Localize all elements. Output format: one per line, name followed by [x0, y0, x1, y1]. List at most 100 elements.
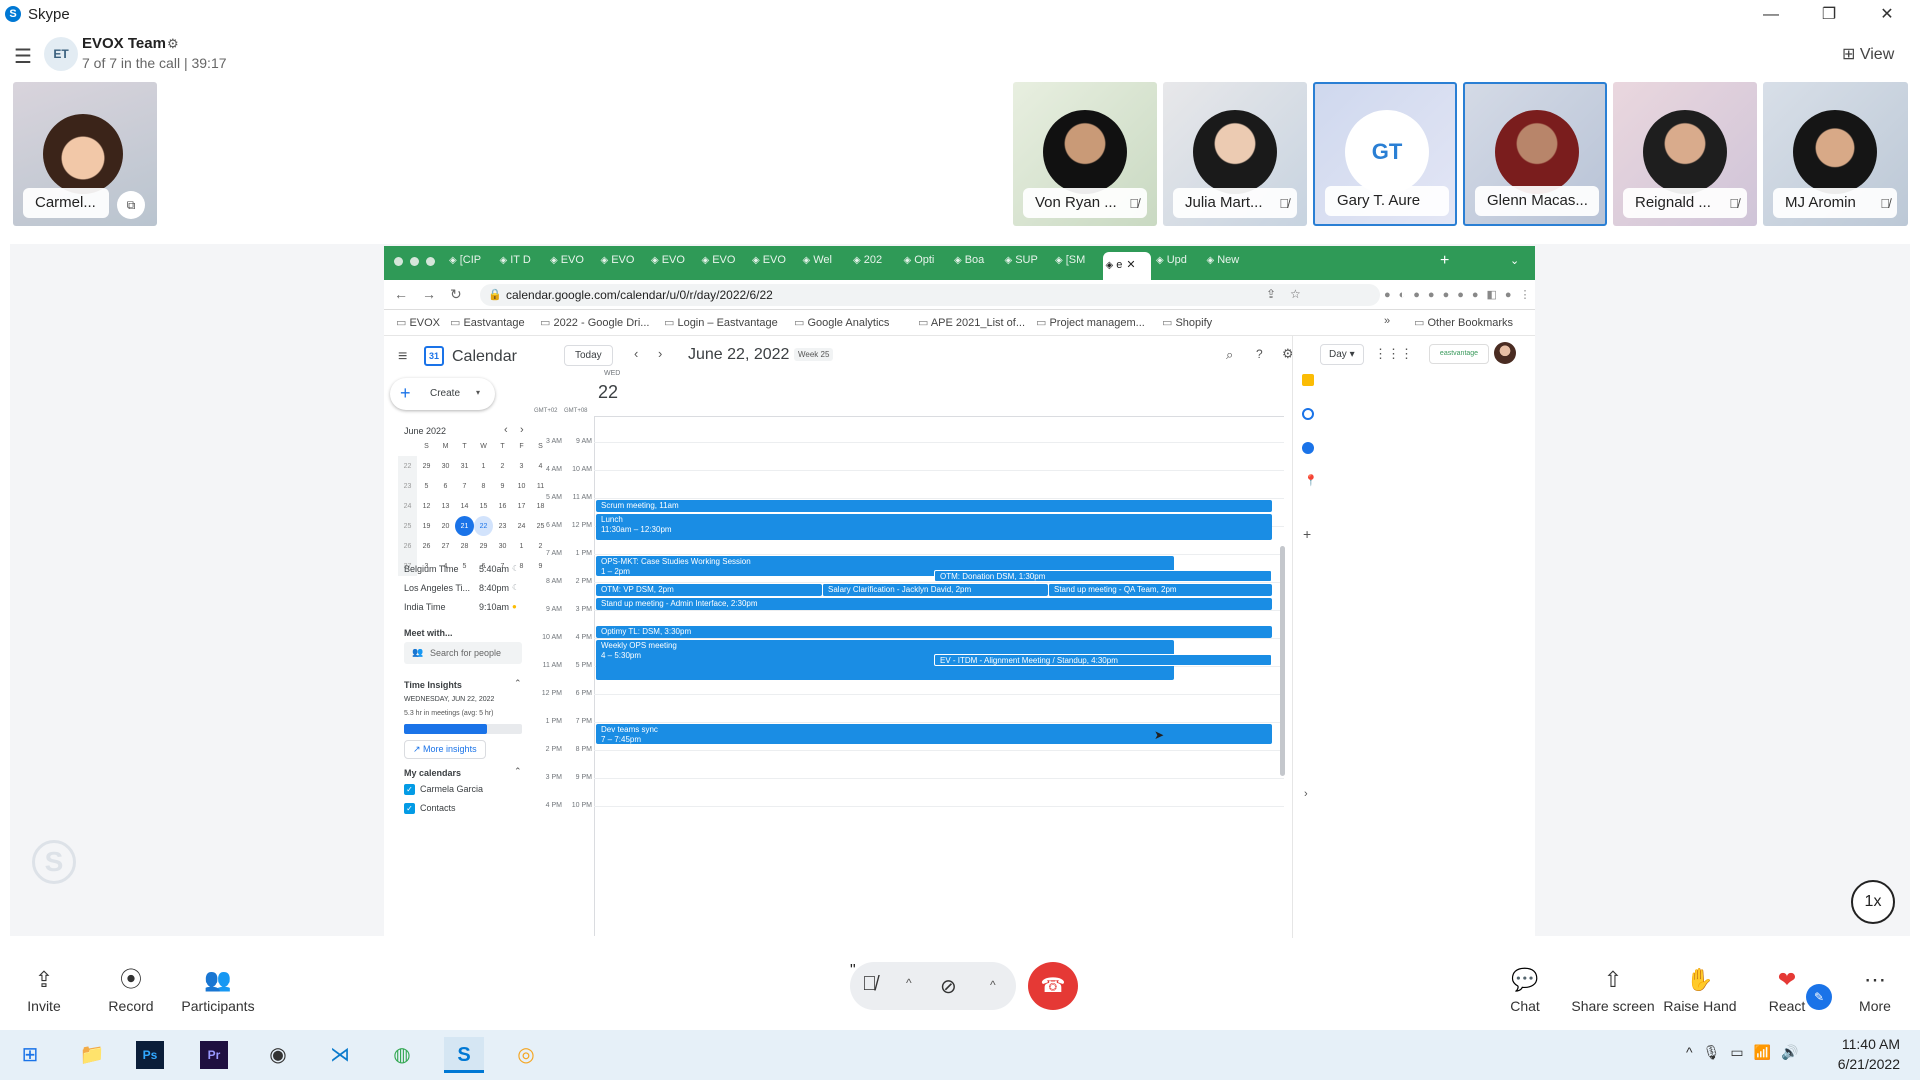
mini-day[interactable]: 30 [493, 536, 512, 556]
search-icon[interactable]: ⌕ [1226, 347, 1233, 363]
bookmark-item[interactable]: ▭ Project managem... [1036, 316, 1145, 329]
mini-day[interactable]: 1 [474, 456, 493, 476]
mini-week-number[interactable]: 22 [398, 456, 417, 476]
scrollbar[interactable] [1280, 546, 1285, 776]
screen-share-icon[interactable]: ⧉ [117, 191, 145, 219]
more-bookmarks-icon[interactable]: » [1384, 315, 1390, 327]
mini-day[interactable]: 16 [493, 496, 512, 516]
browser-tab[interactable]: ◈ [CIP [446, 254, 494, 276]
chat-button[interactable]: 💬 Chat [1494, 962, 1556, 1014]
browser-tab[interactable]: ◈ Opti [901, 254, 949, 276]
create-button[interactable]: + Create ▾ [390, 378, 495, 410]
mini-day[interactable]: 6 [436, 476, 455, 496]
browser-tab[interactable]: ◈ Wel [800, 254, 848, 276]
group-settings-icon[interactable]: ⚙ [167, 36, 179, 52]
bookmark-star-icon[interactable]: ☆ [1290, 287, 1301, 301]
bookmark-item[interactable]: ▭ Login – Eastvantage [664, 316, 778, 329]
other-bookmarks[interactable]: ▭ Other Bookmarks [1414, 316, 1513, 329]
start-button-icon[interactable]: ⊞ [10, 1037, 50, 1073]
mini-day[interactable]: 23 [493, 516, 512, 536]
help-icon[interactable]: ? [1256, 347, 1263, 361]
mini-day[interactable]: 22 [474, 516, 493, 536]
chrome-icon[interactable]: ◍ [382, 1037, 422, 1073]
clock-time[interactable]: 11:40 AM [1830, 1036, 1900, 1052]
mini-week-number[interactable]: 23 [398, 476, 417, 496]
event-dev-sync[interactable]: Dev teams sync 7 – 7:45pm [596, 724, 1272, 744]
mini-day[interactable]: 3 [512, 456, 531, 476]
video-options-chevron-icon[interactable]: ^ [990, 978, 996, 992]
system-tray-icons[interactable]: ^🎙▭📶🔊 [1686, 1044, 1808, 1061]
forward-icon[interactable]: → [422, 286, 436, 302]
browser-tab[interactable]: ◈ 202 [850, 254, 898, 276]
mini-day[interactable]: 29 [474, 536, 493, 556]
mini-day[interactable]: 20 [436, 516, 455, 536]
invite-button[interactable]: ⇪ Invite [12, 962, 76, 1014]
browser-tab[interactable]: ◈ e ✕ [1102, 252, 1151, 280]
share-screen-button[interactable]: ⇧ Share screen [1564, 962, 1662, 1014]
browser-tab[interactable]: ◈ SUP [1002, 254, 1050, 276]
participant-tile-active[interactable]: GT Gary T. Aure [1313, 82, 1457, 226]
mini-day[interactable]: 29 [417, 456, 436, 476]
bookmark-item[interactable]: ▭ APE 2021_List of... [918, 316, 1025, 329]
checkbox-checked-icon[interactable]: ✓ [404, 803, 415, 814]
maps-icon[interactable]: 📍 [1304, 474, 1318, 487]
mini-day[interactable]: 24 [512, 516, 531, 536]
bookmark-item[interactable]: ▭ 2022 - Google Dri... [540, 316, 649, 329]
browser-tab[interactable]: ◈ EVO [547, 254, 595, 276]
mini-day[interactable]: 2 [493, 456, 512, 476]
mini-week-number[interactable]: 26 [398, 536, 417, 556]
view-select[interactable]: Day ▾ [1320, 344, 1364, 365]
pen-icon[interactable]: ✎ [1806, 984, 1832, 1010]
skype-taskbar-icon[interactable]: S [444, 1037, 484, 1073]
tasks-icon[interactable] [1302, 408, 1314, 420]
bookmark-item[interactable]: ▭ Shopify [1162, 316, 1212, 329]
mini-day[interactable]: 10 [512, 476, 531, 496]
more-button[interactable]: ⋯ More [1846, 962, 1904, 1014]
day-number[interactable]: 22 [598, 382, 618, 403]
extension-icons[interactable]: ●◐●●●●●◧●⋮ [1384, 288, 1531, 302]
mini-day[interactable]: 13 [436, 496, 455, 516]
mini-day[interactable]: 27 [436, 536, 455, 556]
url-field[interactable]: 🔒 calendar.google.com/calendar/u/0/r/day… [480, 284, 1380, 306]
next-day-icon[interactable]: › [658, 346, 662, 361]
mini-day[interactable]: 14 [455, 496, 474, 516]
search-people-field[interactable]: 👥 Search for people [404, 642, 522, 664]
mini-day[interactable]: 21 [455, 516, 474, 536]
participants-button[interactable]: 👥 Participants [178, 962, 258, 1014]
participant-tile-active[interactable]: Glenn Macas... [1463, 82, 1607, 226]
event-salary[interactable]: Salary Clarification - Jacklyn David, 2p… [822, 584, 1048, 596]
mini-day[interactable]: 28 [455, 536, 474, 556]
add-addon-icon[interactable]: + [1303, 526, 1311, 542]
mini-prev-icon[interactable]: ‹ [504, 424, 508, 436]
mic-options-chevron-icon[interactable]: ^ [906, 976, 912, 990]
participant-tile[interactable]: Reignald ... 🎙̸ [1613, 82, 1757, 226]
mini-day[interactable]: 26 [417, 536, 436, 556]
record-button[interactable]: ⦿ Record [100, 962, 162, 1014]
app-taskbar-icon[interactable]: ◎ [506, 1037, 546, 1073]
mini-day[interactable]: 19 [417, 516, 436, 536]
photoshop-icon[interactable]: Ps [136, 1041, 164, 1069]
zoom-speed-button[interactable]: 1x [1851, 880, 1895, 924]
browser-tab[interactable]: ◈ [SM [1052, 254, 1100, 276]
mini-day[interactable]: 15 [474, 496, 493, 516]
mini-day[interactable]: 5 [417, 476, 436, 496]
minimize-button[interactable]: — [1748, 0, 1794, 29]
bookmark-item[interactable]: ▭ EVOX [396, 316, 440, 329]
group-name[interactable]: EVOX Team [82, 35, 166, 52]
mic-muted-icon[interactable]: 🎙̸ [862, 973, 877, 996]
react-button[interactable]: ❤ React [1758, 962, 1816, 1014]
more-insights-button[interactable]: ↗ More insights [404, 740, 486, 759]
tab-list-chevron-icon[interactable]: ⌄ [1510, 254, 1519, 267]
participant-tile[interactable]: Von Ryan ... 🎙̸ [1013, 82, 1157, 226]
browser-tab[interactable]: ◈ EVO [598, 254, 646, 276]
back-icon[interactable]: ← [394, 286, 408, 302]
mini-day[interactable]: 30 [436, 456, 455, 476]
raise-hand-button[interactable]: ✋ Raise Hand [1660, 962, 1740, 1014]
main-menu-icon[interactable]: ≡ [398, 348, 407, 366]
mini-day[interactable]: 9 [531, 556, 550, 576]
collapse-icon[interactable]: ⌃ [514, 678, 522, 689]
browser-tab[interactable]: ◈ Boa [951, 254, 999, 276]
tab-close-icon[interactable]: ✕ [1122, 259, 1135, 271]
mini-day[interactable]: 31 [455, 456, 474, 476]
collapse-icon[interactable]: ⌃ [514, 766, 522, 777]
